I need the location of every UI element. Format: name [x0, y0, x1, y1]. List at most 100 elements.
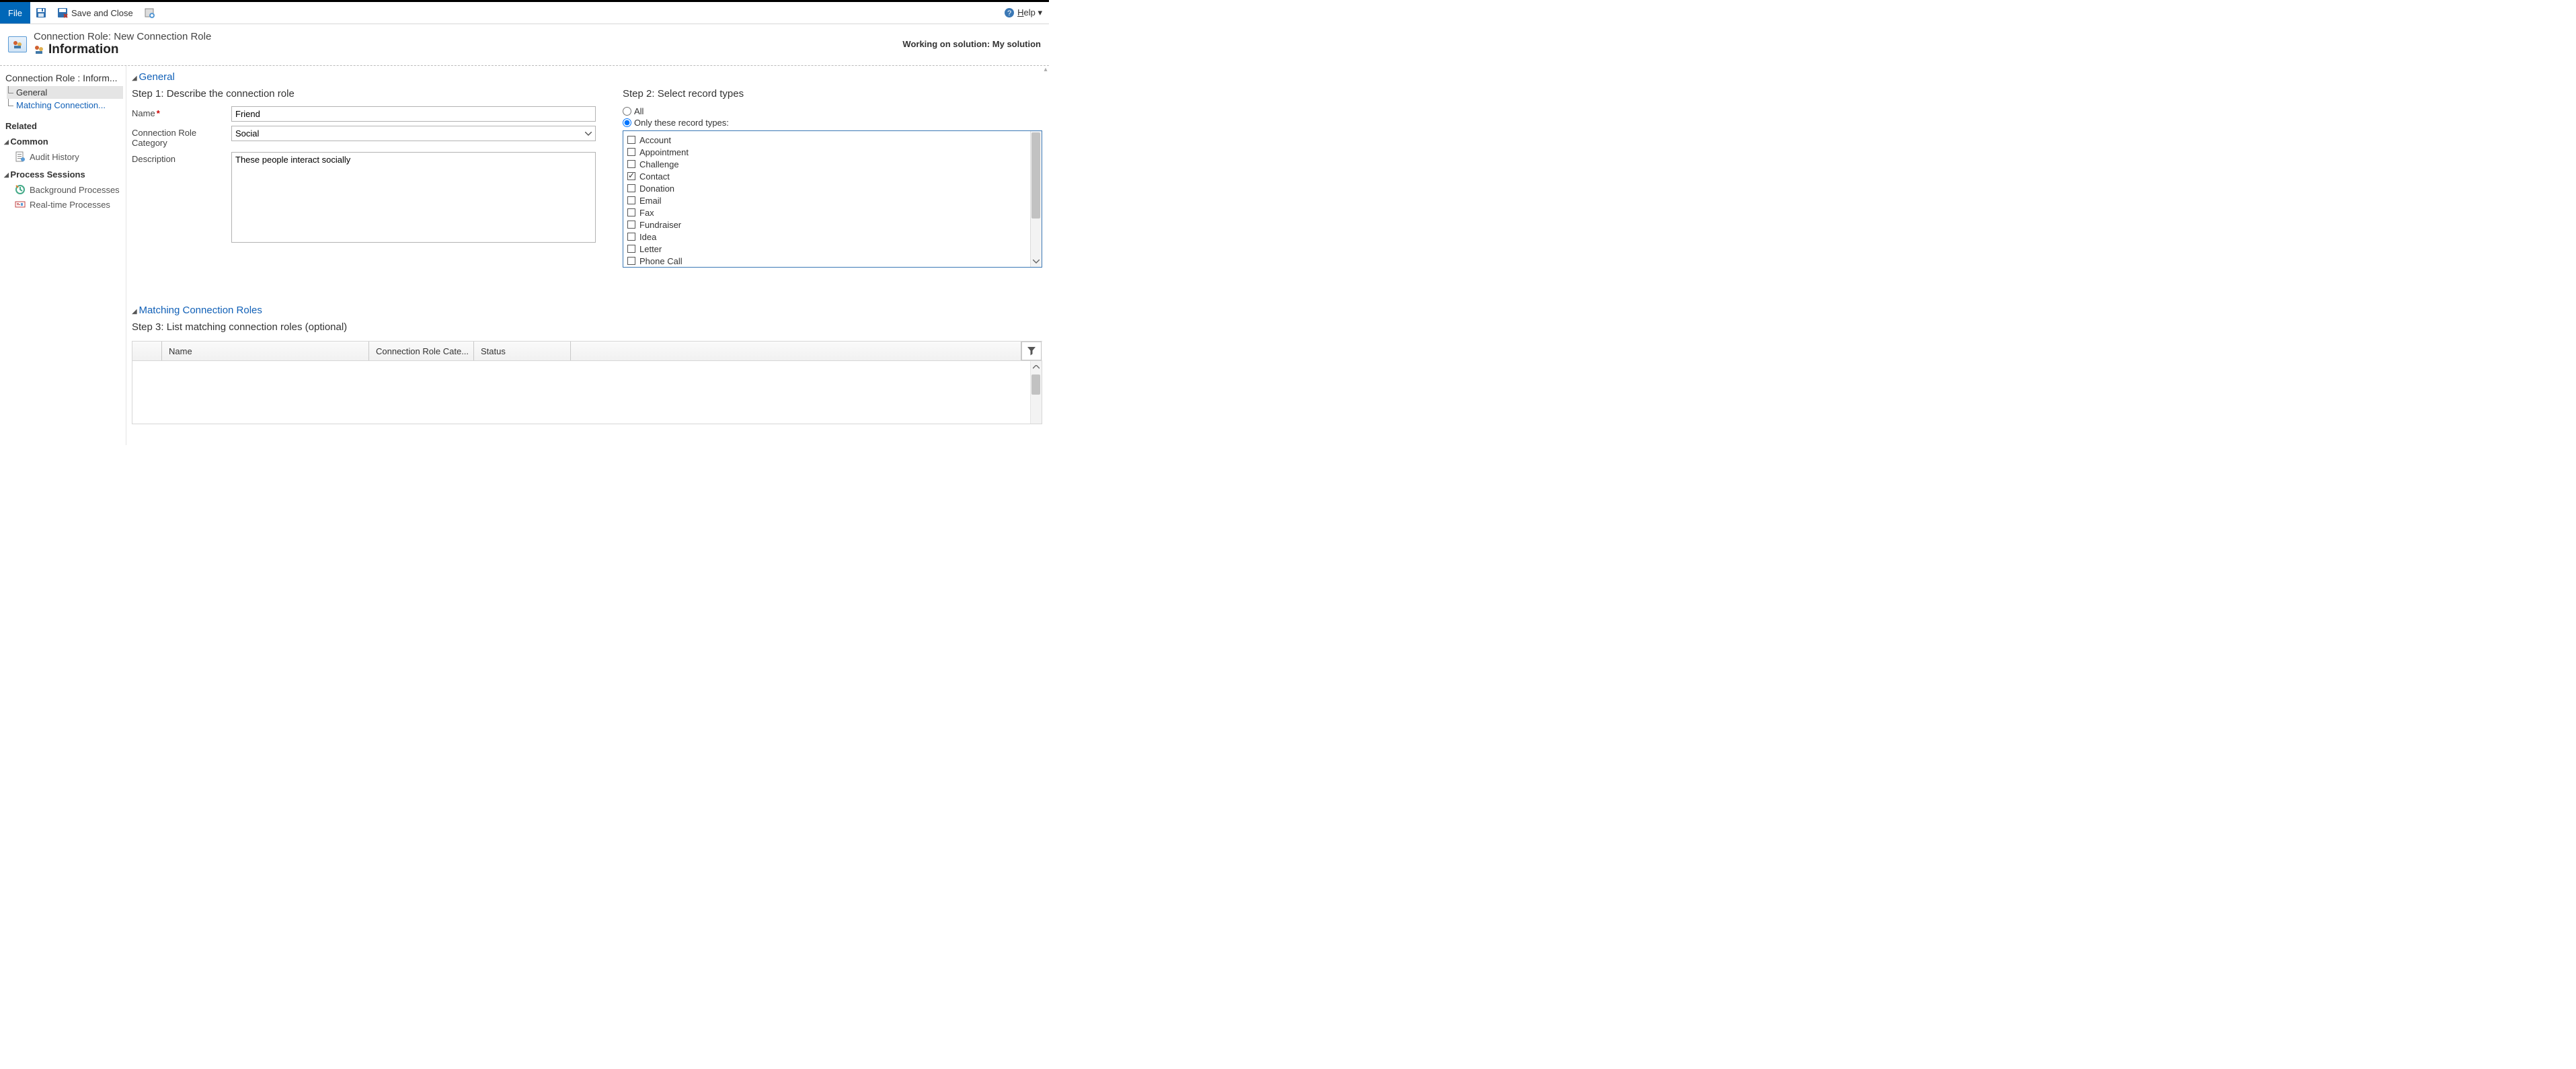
record-scrollbar[interactable]	[1030, 131, 1042, 267]
record-type-label: Email	[639, 196, 662, 206]
record-type-item[interactable]: Letter	[627, 243, 1039, 255]
radio-all-input[interactable]	[623, 107, 631, 116]
nav-process-header[interactable]: Process Sessions	[4, 169, 123, 180]
category-label: Connection Role Category	[132, 126, 231, 148]
record-type-listbox[interactable]: AccountAppointmentChallengeContact Donati…	[623, 130, 1042, 268]
help-label: Help ▾	[1017, 7, 1042, 18]
delete-icon	[144, 7, 155, 18]
record-type-item[interactable]: Contact	[627, 170, 1039, 182]
chevron-down-icon[interactable]	[581, 126, 596, 141]
grid-scroll-thumb[interactable]	[1031, 374, 1040, 395]
save-icon	[36, 7, 46, 18]
record-type-label: Fundraiser	[639, 220, 681, 230]
checkbox-icon[interactable]	[627, 208, 635, 216]
category-select[interactable]	[231, 126, 596, 141]
radio-only-label: Only these record types:	[634, 118, 729, 128]
nav-tree: General Matching Connection...	[7, 86, 123, 112]
record-type-item[interactable]: Account	[627, 134, 1039, 146]
record-type-item[interactable]: Challenge	[627, 158, 1039, 170]
breadcrumb: Connection Role: New Connection Role	[34, 31, 211, 42]
checkbox-icon[interactable]	[627, 257, 635, 265]
nav-item-general[interactable]: General	[7, 86, 123, 99]
matching-section: Matching Connection Roles Step 3: List m…	[132, 305, 1042, 424]
checkbox-icon[interactable]	[627, 245, 635, 253]
grid-scroll-up-icon[interactable]	[1030, 361, 1042, 372]
grid-filter-button[interactable]	[1021, 342, 1042, 360]
record-type-label: Donation	[639, 184, 674, 194]
help-icon: ?	[1004, 7, 1015, 18]
ribbon: File Save and Close ? Help ▾	[0, 0, 1049, 24]
app-root: File Save and Close ? Help ▾	[0, 0, 1049, 444]
delete-button[interactable]	[139, 2, 160, 24]
record-type-label: Fax	[639, 208, 654, 218]
checkbox-icon[interactable]	[627, 172, 635, 180]
nav-realtime-label: Real-time Processes	[30, 200, 110, 210]
checkbox-icon[interactable]	[627, 184, 635, 192]
save-and-close-label: Save and Close	[71, 8, 133, 18]
name-input[interactable]	[231, 106, 596, 122]
record-type-item[interactable]: Email	[627, 194, 1039, 206]
page-title: Information	[48, 42, 119, 57]
grid-header-spacer	[571, 342, 1021, 360]
section-matching-title[interactable]: Matching Connection Roles	[132, 305, 1042, 316]
record-type-item[interactable]: Donation	[627, 182, 1039, 194]
record-type-item[interactable]: Position	[627, 267, 1039, 268]
record-type-item[interactable]: Fax	[627, 206, 1039, 219]
record-scroll-down-icon[interactable]	[1031, 255, 1042, 267]
step1-title: Step 1: Describe the connection role	[132, 88, 596, 100]
nav-related-label: Related	[5, 121, 123, 131]
record-type-item[interactable]: Idea	[627, 231, 1039, 243]
record-scroll-thumb[interactable]	[1031, 132, 1040, 219]
record-type-item[interactable]: Appointment	[627, 146, 1039, 158]
description-input[interactable]	[231, 152, 596, 243]
nav-item-matching[interactable]: Matching Connection...	[7, 99, 123, 112]
main-scroll-up-icon[interactable]: ▴	[1042, 66, 1049, 73]
audit-history-icon	[15, 151, 26, 162]
checkbox-icon[interactable]	[627, 221, 635, 229]
checkbox-icon[interactable]	[627, 233, 635, 241]
help-button[interactable]: ? Help ▾	[997, 2, 1049, 24]
nav-background-label: Background Processes	[30, 185, 120, 195]
file-menu-button[interactable]: File	[0, 2, 30, 24]
grid-header-status[interactable]: Status	[474, 342, 571, 360]
entity-icon	[8, 36, 27, 52]
checkbox-icon[interactable]	[627, 136, 635, 144]
ribbon-spacer	[160, 2, 997, 24]
nav-common-header[interactable]: Common	[4, 136, 123, 147]
checkbox-icon[interactable]	[627, 196, 635, 204]
step2-column: Step 2: Select record types All Only the…	[623, 88, 1042, 268]
radio-only[interactable]: Only these record types:	[623, 118, 1042, 128]
grid-scrollbar[interactable]	[1030, 361, 1042, 424]
step1-column: Step 1: Describe the connection role Nam…	[132, 88, 596, 268]
grid-header-name[interactable]: Name	[162, 342, 369, 360]
checkbox-icon[interactable]	[627, 148, 635, 156]
name-label: Name*	[132, 106, 231, 118]
page-header: Connection Role: New Connection Role Inf…	[0, 24, 1049, 66]
radio-all-label: All	[634, 106, 643, 116]
grid-header-category[interactable]: Connection Role Cate...	[369, 342, 474, 360]
grid-body[interactable]	[132, 361, 1042, 424]
description-label: Description	[132, 152, 231, 164]
connection-role-icon	[34, 44, 44, 55]
record-type-label: Account	[639, 135, 671, 145]
main-pane: ▴ General Step 1: Describe the connectio…	[126, 66, 1049, 445]
record-type-item[interactable]: Phone Call	[627, 255, 1039, 267]
save-button[interactable]	[30, 2, 52, 24]
background-process-icon	[15, 184, 26, 195]
file-menu-label: File	[8, 8, 22, 18]
nav-background-processes[interactable]: Background Processes	[4, 182, 123, 197]
nav-audit-history[interactable]: Audit History	[4, 149, 123, 164]
section-general-title[interactable]: General	[132, 71, 1042, 83]
save-and-close-button[interactable]: Save and Close	[52, 2, 139, 24]
record-type-label: Idea	[639, 232, 656, 242]
step2-title: Step 2: Select record types	[623, 88, 1042, 100]
record-type-item[interactable]: Fundraiser	[627, 219, 1039, 231]
record-type-label: Phone Call	[639, 256, 682, 266]
filter-icon	[1027, 346, 1036, 356]
nav-realtime-processes[interactable]: Real-time Processes	[4, 197, 123, 212]
svg-text:?: ?	[1007, 9, 1011, 17]
radio-only-input[interactable]	[623, 118, 631, 127]
grid-header-checkbox[interactable]	[132, 342, 162, 360]
radio-all[interactable]: All	[623, 106, 1042, 116]
checkbox-icon[interactable]	[627, 160, 635, 168]
